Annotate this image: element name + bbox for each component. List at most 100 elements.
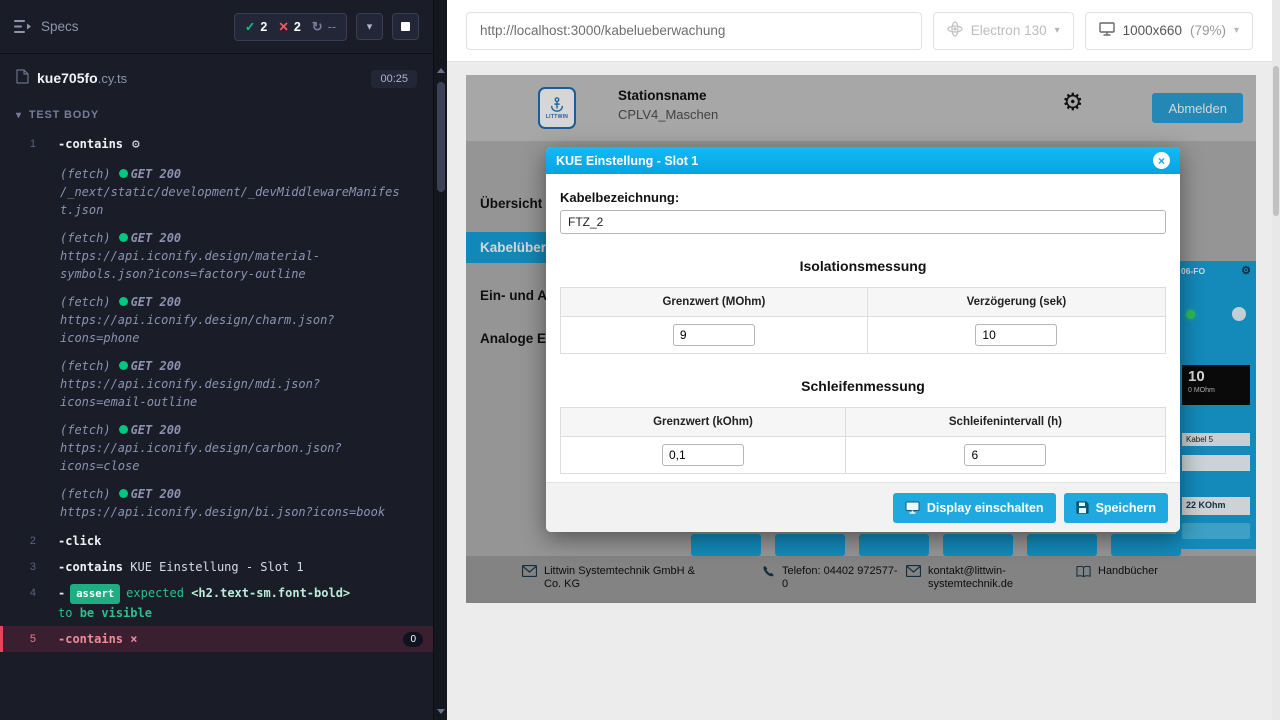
gear-icon: ⚙ bbox=[132, 137, 140, 152]
request-url: https://api.iconify.design/mdi.json?icon… bbox=[60, 377, 320, 409]
scroll-down-icon[interactable] bbox=[437, 709, 445, 714]
command-number: 4 bbox=[0, 584, 46, 602]
failed-count: ✕2 bbox=[278, 19, 300, 34]
network-log-entry[interactable]: (fetch)GET 200 https://api.iconify.desig… bbox=[0, 226, 433, 286]
reporter-header: Specs ✓2 ✕2 ↻-- ▾ bbox=[0, 0, 433, 54]
element-count-badge: 0 bbox=[403, 632, 423, 647]
viewport-zoom: (79%) bbox=[1190, 23, 1226, 38]
assert-row[interactable]: 4 -assertexpected <h2.text-sm.font-bold>… bbox=[0, 580, 433, 626]
network-log-entry[interactable]: (fetch)GET 200 /_next/static/development… bbox=[0, 162, 433, 222]
command-number: 1 bbox=[0, 135, 46, 153]
electron-icon bbox=[947, 21, 963, 40]
scroll-up-icon[interactable] bbox=[437, 68, 445, 73]
address-bar[interactable] bbox=[466, 12, 922, 50]
modal-title: KUE Einstellung - Slot 1 bbox=[556, 154, 698, 168]
request-url: https://api.iconify.design/bi.json?icons… bbox=[60, 505, 385, 519]
close-icon[interactable]: × bbox=[1153, 152, 1170, 169]
test-stats: ✓2 ✕2 ↻-- bbox=[234, 13, 347, 41]
cypress-reporter: Specs ✓2 ✕2 ↻-- ▾ kue705fo.cy.ts 00:25 ▾… bbox=[0, 0, 433, 720]
check-icon: ✓ bbox=[245, 19, 255, 34]
pending-count: ↻-- bbox=[312, 19, 336, 35]
modal-footer: Display einschalten Speichern bbox=[546, 482, 1180, 532]
passed-count: ✓2 bbox=[245, 19, 267, 34]
specs-label[interactable]: Specs bbox=[41, 19, 79, 34]
command-row[interactable]: 1 -contains ⚙ bbox=[0, 131, 433, 158]
network-log-entry[interactable]: (fetch)GET 200 https://api.iconify.desig… bbox=[0, 354, 433, 414]
success-dot-icon bbox=[119, 233, 128, 242]
isolation-table: Grenzwert (MOhm) Verzögerung (sek) bbox=[560, 287, 1166, 354]
network-log-entry[interactable]: (fetch)GET 200 https://api.iconify.desig… bbox=[0, 482, 433, 524]
spec-extension: .cy.ts bbox=[98, 71, 127, 86]
success-dot-icon bbox=[119, 425, 128, 434]
kue-settings-modal: KUE Einstellung - Slot 1 × Kabelbezeichn… bbox=[546, 147, 1180, 532]
chevron-down-icon: ▾ bbox=[367, 20, 373, 33]
request-url: /_next/static/development/_devMiddleware… bbox=[60, 185, 400, 217]
isolation-section-title: Isolationsmessung bbox=[560, 258, 1166, 274]
spec-name: kue705fo bbox=[37, 70, 98, 86]
kabel-label: Kabelbezeichnung: bbox=[560, 190, 1166, 205]
loop-section-title: Schleifenmessung bbox=[560, 378, 1166, 394]
column-header: Verzögerung (sek) bbox=[867, 288, 1165, 317]
viewport-size: 1000x660 bbox=[1123, 23, 1182, 38]
scrollbar-thumb[interactable] bbox=[437, 82, 445, 192]
column-header: Grenzwert (MOhm) bbox=[561, 288, 868, 317]
command-number: 2 bbox=[0, 532, 46, 550]
stop-icon bbox=[401, 22, 410, 31]
cross-icon: ✕ bbox=[278, 19, 288, 34]
refresh-icon: ↻ bbox=[312, 19, 323, 35]
success-dot-icon bbox=[119, 169, 128, 178]
reporter-scrollbar[interactable] bbox=[433, 0, 447, 720]
command-number: 3 bbox=[0, 558, 46, 576]
display-icon bbox=[905, 501, 920, 514]
command-row[interactable]: 3 -contains KUE Einstellung - Slot 1 bbox=[0, 554, 433, 580]
failed-command-row[interactable]: 5 -contains × 0 bbox=[0, 626, 433, 652]
section-label: TEST BODY bbox=[29, 109, 99, 121]
command-method: -click bbox=[58, 534, 101, 548]
column-header: Schleifenintervall (h) bbox=[845, 408, 1165, 437]
app-snapshot: LITTWIN Stationsname CPLV4_Maschen ⚙ Abm… bbox=[466, 75, 1256, 603]
test-body-section[interactable]: ▾ TEST BODY bbox=[0, 99, 433, 129]
spec-duration-badge: 00:25 bbox=[371, 70, 417, 88]
browser-select[interactable]: Electron 130 ▾ bbox=[933, 12, 1074, 50]
command-log: 1 -contains ⚙ (fetch)GET 200 /_next/stati… bbox=[0, 129, 433, 652]
specs-menu-icon[interactable] bbox=[14, 20, 31, 33]
chevron-down-icon: ▾ bbox=[16, 110, 22, 121]
success-dot-icon bbox=[119, 297, 128, 306]
iso-grenzwert-input[interactable] bbox=[673, 324, 755, 346]
scrollbar-thumb[interactable] bbox=[1273, 66, 1279, 216]
display-on-button[interactable]: Display einschalten bbox=[893, 493, 1056, 523]
network-log-entry[interactable]: (fetch)GET 200 https://api.iconify.desig… bbox=[0, 290, 433, 350]
collapse-runner-button[interactable]: ▾ bbox=[356, 13, 383, 40]
network-log-entry[interactable]: (fetch)GET 200 https://api.iconify.desig… bbox=[0, 418, 433, 478]
spec-header[interactable]: kue705fo.cy.ts 00:25 bbox=[0, 54, 433, 99]
modal-header: KUE Einstellung - Slot 1 × bbox=[546, 147, 1180, 174]
command-row[interactable]: 2 -click bbox=[0, 528, 433, 554]
request-url: https://api.iconify.design/carbon.json?i… bbox=[60, 441, 342, 473]
command-method: -contains bbox=[58, 560, 123, 574]
command-message: KUE Einstellung - Slot 1 bbox=[130, 560, 303, 574]
success-dot-icon bbox=[119, 489, 128, 498]
spec-file-icon bbox=[16, 69, 29, 89]
loop-grenzwert-input[interactable] bbox=[662, 444, 744, 466]
command-number: 5 bbox=[3, 630, 46, 648]
viewport-icon bbox=[1099, 22, 1115, 39]
command-method: -contains bbox=[58, 632, 123, 646]
browser-label: Electron 130 bbox=[971, 23, 1047, 38]
request-url: https://api.iconify.design/charm.json?ic… bbox=[60, 313, 335, 345]
chevron-down-icon: ▾ bbox=[1234, 25, 1239, 36]
viewport-select[interactable]: 1000x660 (79%) ▾ bbox=[1085, 12, 1253, 50]
iso-verzoegerung-input[interactable] bbox=[975, 324, 1057, 346]
success-dot-icon bbox=[119, 361, 128, 370]
runner-main: Electron 130 ▾ 1000x660 (79%) ▾ LITTWIN … bbox=[447, 0, 1272, 720]
command-method: -contains bbox=[58, 137, 123, 151]
save-icon bbox=[1076, 501, 1089, 514]
stop-button[interactable] bbox=[392, 13, 419, 40]
url-toolbar: Electron 130 ▾ 1000x660 (79%) ▾ bbox=[447, 0, 1272, 62]
modal-body: Kabelbezeichnung: Isolationsmessung Gren… bbox=[546, 174, 1180, 483]
kabelbezeichnung-input[interactable] bbox=[560, 210, 1166, 234]
chevron-down-icon: ▾ bbox=[1055, 25, 1060, 36]
command-message: × bbox=[130, 632, 137, 646]
save-button[interactable]: Speichern bbox=[1064, 493, 1168, 523]
loop-intervall-input[interactable] bbox=[964, 444, 1046, 466]
page-scrollbar[interactable] bbox=[1272, 0, 1280, 720]
